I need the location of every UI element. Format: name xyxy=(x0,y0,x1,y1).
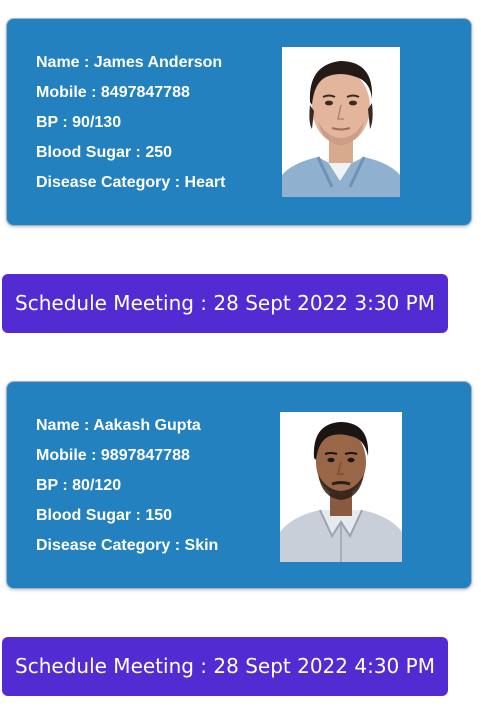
separator: : xyxy=(86,84,101,101)
disease-category-label: Disease Category xyxy=(36,174,171,191)
meeting-datetime: 28 Sept 2022 4:30 PM xyxy=(213,654,435,678)
patient-disease-category: Heart xyxy=(184,174,226,191)
schedule-meeting-label: Schedule Meeting : xyxy=(15,654,214,678)
patient-bp: 90/130 xyxy=(72,114,122,131)
separator: : xyxy=(79,417,94,434)
patient-name-row: Name : Aakash Gupta xyxy=(36,411,218,441)
patient-bp-row: BP : 90/130 xyxy=(36,108,225,138)
patient-blood-sugar-row: Blood Sugar : 150 xyxy=(36,501,218,531)
separator: : xyxy=(57,477,73,494)
patient-mobile: 8497847788 xyxy=(100,84,190,101)
patient-mobile-row: Mobile : 9897847788 xyxy=(36,441,218,471)
patient-bp: 80/120 xyxy=(72,477,122,494)
mobile-label: Mobile xyxy=(36,84,87,101)
meeting-datetime: 28 Sept 2022 3:30 PM xyxy=(213,291,435,315)
patient-card: Name : James Anderson Mobile : 849784778… xyxy=(6,18,472,226)
schedule-meeting-button[interactable]: Schedule Meeting : 28 Sept 2022 3:30 PM xyxy=(2,274,448,333)
patient-mobile: 9897847788 xyxy=(100,447,190,464)
separator: : xyxy=(131,507,146,524)
patient-photo-icon xyxy=(280,412,402,562)
patient-blood-sugar: 150 xyxy=(145,507,173,524)
blood-sugar-label: Blood Sugar xyxy=(36,144,132,161)
blood-sugar-label: Blood Sugar xyxy=(36,507,132,524)
patient-disease-category: Skin xyxy=(184,537,219,554)
patient-name: Aakash Gupta xyxy=(93,417,201,434)
separator: : xyxy=(57,114,73,131)
patient-photo-icon xyxy=(282,47,400,197)
patient-name-row: Name : James Anderson xyxy=(36,48,225,78)
patient-info: Name : Aakash Gupta Mobile : 9897847788 … xyxy=(36,411,218,561)
patient-blood-sugar: 250 xyxy=(145,144,173,161)
patient-list-page: Name : James Anderson Mobile : 849784778… xyxy=(0,0,481,711)
patient-bp-row: BP : 80/120 xyxy=(36,471,218,501)
patient-blood-sugar-row: Blood Sugar : 250 xyxy=(36,138,225,168)
separator: : xyxy=(86,447,101,464)
patient-card: Name : Aakash Gupta Mobile : 9897847788 … xyxy=(6,381,472,589)
patient-disease-row: Disease Category : Skin xyxy=(36,531,218,561)
separator: : xyxy=(79,54,94,71)
disease-category-label: Disease Category xyxy=(36,537,171,554)
patient-photo xyxy=(282,47,400,197)
separator: : xyxy=(170,537,185,554)
patient-photo xyxy=(280,412,402,562)
bp-label: BP xyxy=(36,114,58,131)
mobile-label: Mobile xyxy=(36,447,87,464)
separator: : xyxy=(131,144,146,161)
name-label: Name xyxy=(36,417,80,434)
patient-name: James Anderson xyxy=(93,54,223,71)
patient-disease-row: Disease Category : Heart xyxy=(36,168,225,198)
schedule-meeting-button[interactable]: Schedule Meeting : 28 Sept 2022 4:30 PM xyxy=(2,637,448,696)
name-label: Name xyxy=(36,54,80,71)
separator: : xyxy=(170,174,185,191)
patient-info: Name : James Anderson Mobile : 849784778… xyxy=(36,48,225,198)
patient-mobile-row: Mobile : 8497847788 xyxy=(36,78,225,108)
schedule-meeting-label: Schedule Meeting : xyxy=(15,291,214,315)
bp-label: BP xyxy=(36,477,58,494)
